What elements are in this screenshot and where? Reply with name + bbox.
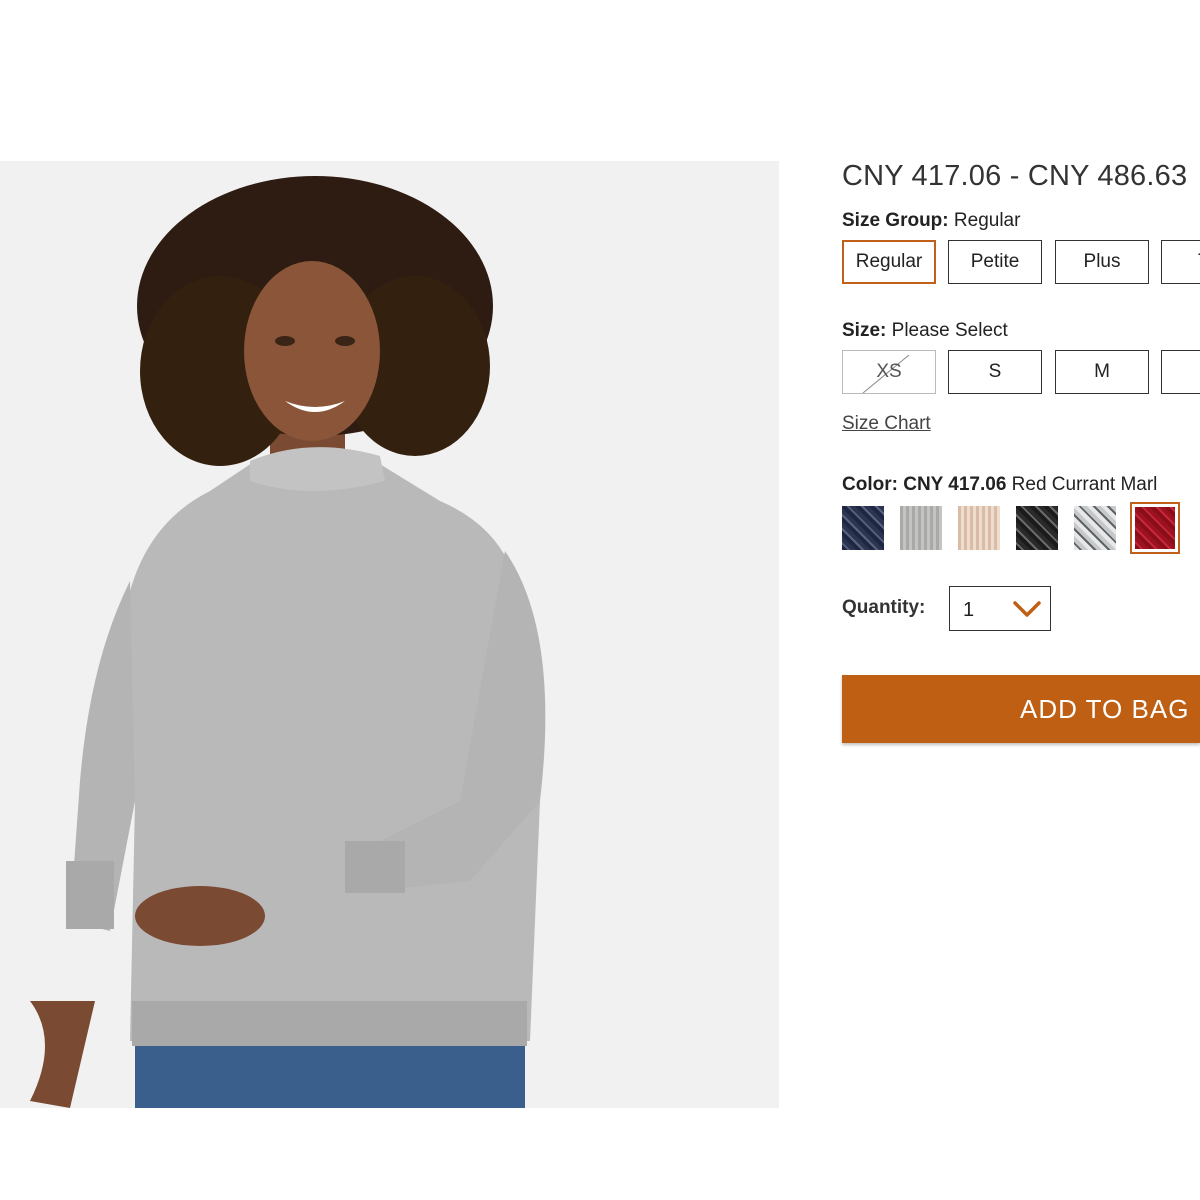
color-swatch-oatmeal[interactable] — [958, 506, 1000, 550]
size-group-label-row: Size Group: Regular — [842, 210, 1020, 232]
product-photo-illustration — [0, 161, 779, 1108]
chevron-down-icon — [1013, 601, 1041, 617]
quantity-label: Quantity: — [842, 597, 926, 618]
size-group-label: Size Group: — [842, 210, 949, 231]
size-group-option-tall[interactable]: T — [1161, 240, 1200, 284]
size-group-option-regular[interactable]: Regular — [842, 240, 936, 284]
color-swatch-black[interactable] — [1016, 506, 1058, 550]
color-swatch-light-gray[interactable] — [1074, 506, 1116, 550]
color-price: CNY 417.06 — [903, 474, 1007, 495]
add-to-bag-button[interactable]: ADD TO BAG — [842, 675, 1200, 743]
color-swatch-red-currant[interactable] — [1130, 502, 1180, 554]
size-chart-link[interactable]: Size Chart — [842, 413, 931, 435]
size-option-xs-label: XS — [876, 361, 902, 382]
price-range: CNY 417.06 - CNY 486.63 — [842, 160, 1188, 192]
size-label-row: Size: Please Select — [842, 320, 1008, 342]
product-image[interactable] — [0, 161, 779, 1108]
size-label: Size: — [842, 320, 887, 341]
color-swatch-gray[interactable] — [900, 506, 942, 550]
size-option-l[interactable] — [1161, 350, 1200, 394]
size-group-value: Regular — [953, 210, 1021, 231]
product-options-panel: CNY 417.06 - CNY 486.63 Size Group: Regu… — [842, 0, 1200, 1200]
color-swatch-navy[interactable] — [842, 506, 884, 550]
size-option-xs[interactable]: XS — [842, 350, 936, 394]
color-label-row: Color: CNY 417.06 Red Currant Marl — [842, 474, 1157, 496]
color-value: Red Currant Marl — [1011, 474, 1158, 495]
size-value: Please Select — [891, 320, 1008, 341]
size-option-m[interactable]: M — [1055, 350, 1149, 394]
size-group-option-petite[interactable]: Petite — [948, 240, 1042, 284]
size-option-s[interactable]: S — [948, 350, 1042, 394]
quantity-value: 1 — [963, 599, 975, 621]
quantity-select[interactable]: 1 — [949, 586, 1051, 631]
size-group-option-plus[interactable]: Plus — [1055, 240, 1149, 284]
color-label: Color: — [842, 474, 898, 495]
